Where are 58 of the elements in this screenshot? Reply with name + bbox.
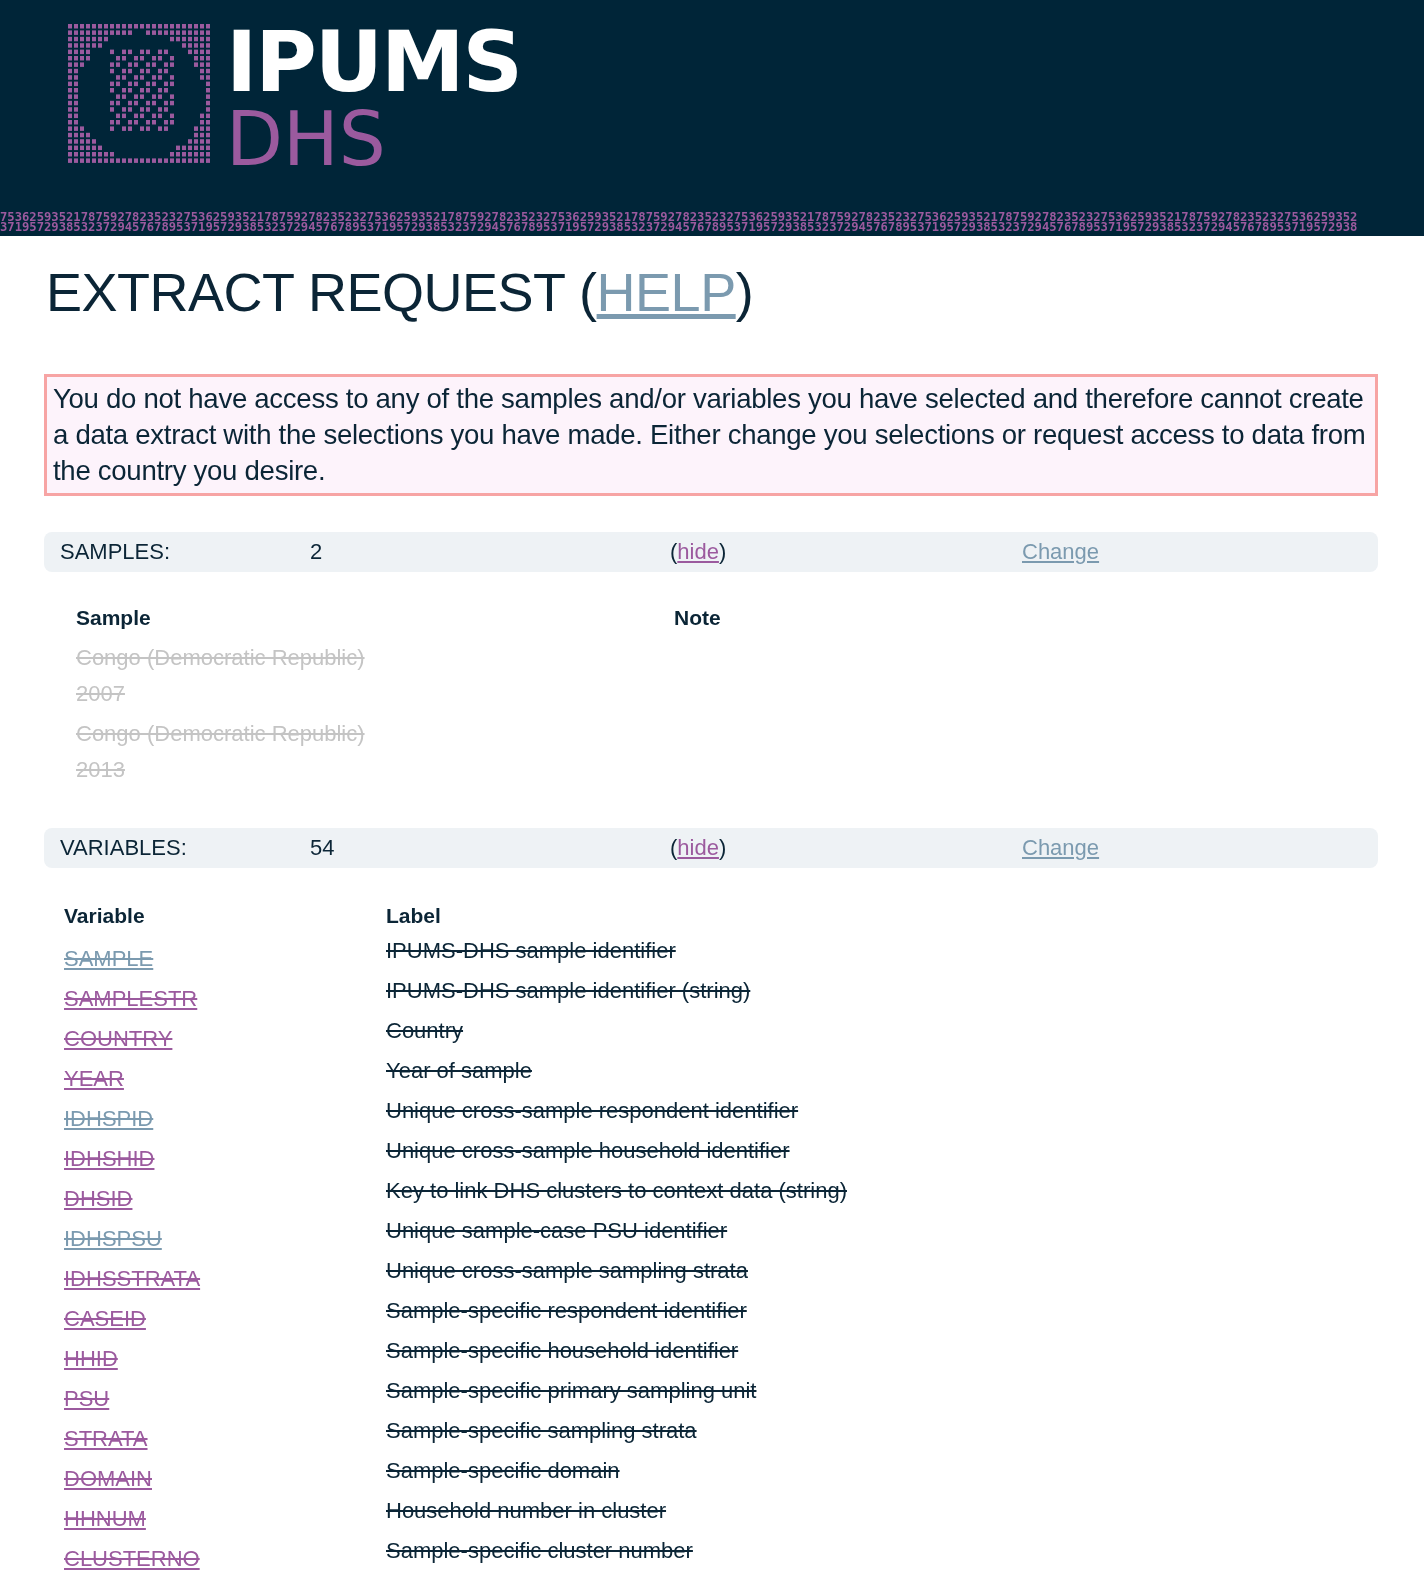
section-count: 54 xyxy=(310,835,336,861)
column-header: Sample xyxy=(76,606,152,630)
access-warning: You do not have access to any of the samples and/or variables you have selected and therefore cannot create a data extract with the selections you have made. Either change you selections or request access to data from the country you desire. xyxy=(44,374,1378,496)
variable-link[interactable]: PSU xyxy=(64,1374,110,1414)
page-title: EXTRACT REQUEST ( xyxy=(46,262,597,322)
help-link[interactable]: HELP xyxy=(596,262,736,322)
variable-label: Sample-specific cluster number xyxy=(386,1537,693,1565)
variable-label: Sample-specific household identifier xyxy=(386,1337,739,1365)
variable-label: Household number in cluster xyxy=(386,1497,667,1525)
variable-link[interactable]: DHSID xyxy=(64,1174,133,1214)
variable-link[interactable]: IDHSPSU xyxy=(64,1214,162,1254)
variable-link[interactable]: CLUSTERNO xyxy=(64,1534,200,1570)
variable-link[interactable]: YEAR xyxy=(64,1054,124,1094)
change-link[interactable]: Change xyxy=(1022,539,1100,564)
variable-label: IPUMS-DHS sample identifier (string) xyxy=(386,977,751,1005)
variable-link[interactable]: DOMAIN xyxy=(64,1454,152,1494)
logo-title: IPUMS xyxy=(226,20,522,104)
variable-link[interactable]: CASEID xyxy=(64,1294,146,1334)
variable-link[interactable]: SAMPLE xyxy=(64,934,154,974)
variable-label: Key to link DHS clusters to context data (string) xyxy=(386,1177,847,1205)
variable-label: IPUMS-DHS sample identifier xyxy=(386,937,676,965)
variable-label: Unique cross-sample sampling strata xyxy=(386,1257,748,1285)
variable-link[interactable]: IDHSSTRATA xyxy=(64,1254,201,1294)
variable-label: Sample-specific domain xyxy=(386,1457,620,1485)
variable-label: Sample-specific sampling strata xyxy=(386,1417,697,1445)
variable-label: Country xyxy=(386,1017,464,1045)
variable-link[interactable]: STRATA xyxy=(64,1414,148,1454)
variable-link[interactable]: COUNTRY xyxy=(64,1014,173,1054)
variable-link[interactable]: IDHSHID xyxy=(64,1134,155,1174)
variable-label: Sample-specific respondent identifier xyxy=(386,1297,747,1325)
variable-label: Sample-specific primary sampling unit xyxy=(386,1377,757,1405)
logo-subtitle: DHS xyxy=(226,104,387,174)
variable-link[interactable]: SAMPLESTR xyxy=(64,974,198,1014)
variable-link[interactable]: HHID xyxy=(64,1334,118,1374)
column-header: Label xyxy=(386,904,442,928)
paren-text: ( xyxy=(670,835,678,861)
variable-label: Unique cross-sample household identifier xyxy=(386,1137,790,1165)
paren-text: ( xyxy=(670,539,678,565)
variable-label: Year of sample xyxy=(386,1057,532,1085)
section-count: 2 xyxy=(310,539,324,565)
hide-link[interactable]: hide xyxy=(677,835,719,861)
column-header: Note xyxy=(674,606,722,630)
number-text: 75362593521787592782352327536259352178759278235232753625935217875927823523275362593521787592782352327536259352178759278235232753625935217875927823523275362593521787592782352327536259352 xyxy=(0,212,1359,222)
number-text: 37195729385323729457678953719572938532372945767895371957293853237294576789537195729385323729457678953719572938532372945767895371957293853237294576789537195729385323729457678953719572938 xyxy=(0,222,1359,232)
paren-text: ) xyxy=(718,539,727,565)
sample-name: Congo (Democratic Republic) 2007 xyxy=(76,644,366,708)
section-label: VARIABLES: xyxy=(60,835,188,861)
page-title: ) xyxy=(735,262,754,322)
sample-name: Congo (Democratic Republic) 2013 xyxy=(76,720,366,784)
paren-text: ) xyxy=(718,835,727,861)
variable-link[interactable]: HHNUM xyxy=(64,1494,146,1534)
section-label: SAMPLES: xyxy=(60,539,172,565)
change-link[interactable]: Change xyxy=(1022,835,1100,860)
variable-link[interactable]: IDHSPID xyxy=(64,1094,154,1134)
hide-link[interactable]: hide xyxy=(677,539,719,565)
variable-label: Unique cross-sample respondent identifier xyxy=(386,1097,799,1125)
variable-label: Unique sample-case PSU identifier xyxy=(386,1217,728,1245)
column-header: Variable xyxy=(64,904,146,928)
